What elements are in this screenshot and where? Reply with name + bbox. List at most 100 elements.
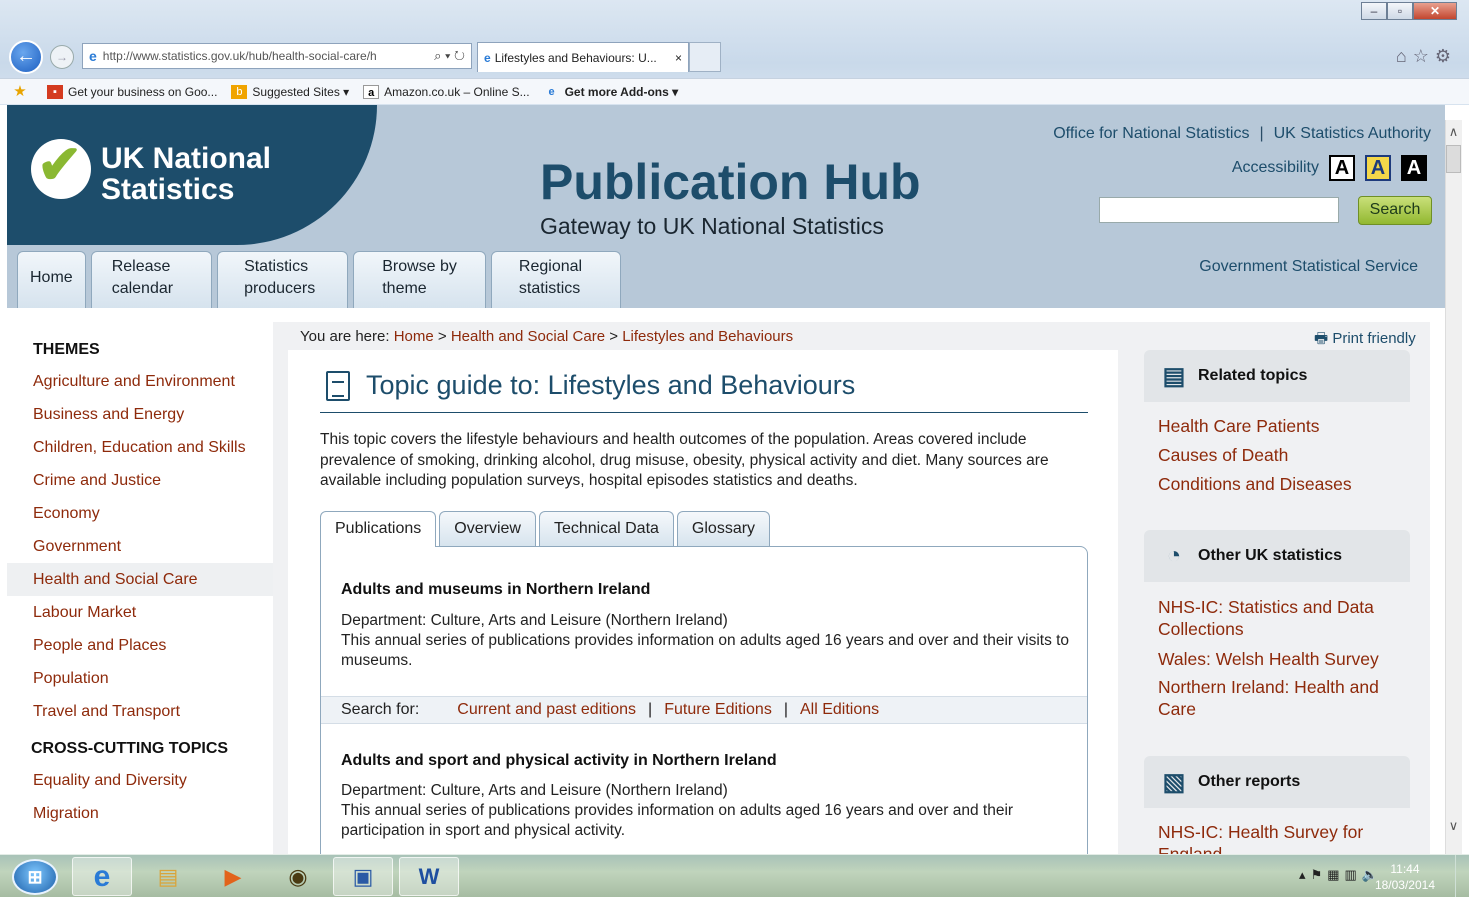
scroll-up-icon[interactable]: ∧ — [1446, 124, 1461, 140]
home-icon[interactable]: ⌂ — [1396, 46, 1413, 66]
tab-technical-data[interactable]: Technical Data — [538, 511, 674, 546]
uk-map-icon: ◔ — [1166, 542, 1182, 569]
close-button[interactable]: ✕ — [1413, 2, 1457, 20]
other-uk-link[interactable]: NHS-IC: Statistics and Data Collections — [1158, 596, 1398, 640]
text-size-dark-button[interactable]: A — [1401, 155, 1427, 181]
tab-close-icon[interactable]: × — [675, 51, 682, 65]
settings-gear-icon[interactable]: ⚙ — [1435, 46, 1457, 66]
breadcrumb-home[interactable]: Home — [394, 328, 434, 345]
other-uk-link[interactable]: Northern Ireland: Health and Care — [1158, 676, 1398, 720]
address-bar[interactable]: e http://www.statistics.gov.uk/hub/healt… — [82, 43, 472, 69]
music-player-icon[interactable]: ◉ — [268, 857, 328, 896]
page-title: Publication Hub — [540, 154, 921, 210]
favorites-bar: ★ ▪ Get your business on Goo... b Suggeste… — [0, 78, 1469, 104]
publication-title[interactable]: Adults and sport and physical activity i… — [341, 752, 777, 770]
breadcrumb-lifestyles[interactable]: Lifestyles and Behaviours — [622, 328, 793, 345]
tab-glossary[interactable]: Glossary — [676, 511, 771, 546]
printer-icon: 🖶 — [1314, 330, 1329, 347]
minimize-button[interactable]: – — [1361, 2, 1387, 20]
system-tray[interactable]: ▴⚑▦▥🔈 — [1299, 867, 1383, 883]
text-size-normal-button[interactable]: A — [1329, 155, 1355, 181]
document-icon — [326, 370, 350, 401]
content-tabs: Publications Overview Technical Data Glo… — [320, 511, 773, 547]
future-editions-link[interactable]: Future Editions — [664, 701, 772, 719]
other-uk-link[interactable]: Wales: Welsh Health Survey — [1158, 648, 1398, 670]
tab-overview[interactable]: Overview — [439, 511, 536, 546]
sidebar-item[interactable]: Migration — [7, 797, 273, 830]
tab-publications[interactable]: Publications — [320, 511, 437, 547]
sidebar-item[interactable]: Government — [7, 530, 273, 563]
related-topics-heading: ▤ Related topics — [1144, 350, 1410, 402]
maximize-button[interactable]: ▫ — [1387, 2, 1413, 20]
search-refresh-icons[interactable]: ⌕ ▾ ↻ — [428, 48, 471, 64]
tab-ie-icon: e — [484, 50, 491, 65]
nav-tab-browse-by-theme[interactable]: Browse by theme — [353, 251, 486, 308]
left-sidebar: THEMES Agriculture and Environment Busin… — [7, 322, 273, 830]
publication-dept: Department: Culture, Arts and Leisure (N… — [341, 782, 728, 799]
all-editions-link[interactable]: All Editions — [800, 701, 879, 719]
gss-link[interactable]: Government Statistical Service — [1199, 258, 1418, 276]
scroll-down-icon[interactable]: ∨ — [1446, 818, 1461, 834]
browser-toolbar-icons[interactable]: ⌂☆⚙ — [1396, 46, 1457, 67]
window-controls: – ▫ ✕ — [1361, 2, 1457, 20]
remote-desktop-icon[interactable]: ▣ — [333, 857, 393, 896]
start-button[interactable]: ⊞ — [12, 859, 58, 895]
scroll-thumb[interactable] — [1446, 145, 1461, 173]
show-desktop-button[interactable] — [1455, 855, 1469, 897]
favorite-item[interactable]: ▪ Get your business on Goo... — [47, 84, 217, 99]
favorite-item[interactable]: b Suggested Sites ▾ — [231, 84, 349, 99]
clock[interactable]: 11:44 18/03/2014 — [1375, 861, 1435, 893]
site-header: ✔ UK National Statistics Publication Hub… — [7, 105, 1445, 308]
sidebar-item[interactable]: Children, Education and Skills — [7, 431, 273, 464]
page-scrollbar[interactable] — [1445, 120, 1462, 854]
ons-link[interactable]: Office for National Statistics — [1053, 125, 1249, 142]
publication-dept: Department: Culture, Arts and Leisure (N… — [341, 612, 728, 629]
forward-button[interactable]: → — [50, 45, 74, 69]
tab-title: Lifestyles and Behaviours: U... — [494, 50, 657, 65]
report-icon: ▧ — [1162, 768, 1186, 796]
sidebar-item[interactable]: Equality and Diversity — [7, 764, 273, 797]
media-player-icon[interactable]: ▶ — [203, 857, 263, 896]
favorites-star-icon[interactable]: ★ — [12, 84, 33, 99]
search-input[interactable] — [1099, 197, 1339, 223]
sidebar-item[interactable]: Population — [7, 662, 273, 695]
new-tab-button[interactable] — [689, 42, 721, 72]
favorite-item[interactable]: a Amazon.co.uk – Online S... — [363, 84, 530, 99]
sidebar-item[interactable]: Labour Market — [7, 596, 273, 629]
accessibility-link[interactable]: Accessibility — [1232, 159, 1319, 177]
related-link[interactable]: Health Care Patients — [1158, 415, 1398, 437]
publication-title[interactable]: Adults and museums in Northern Ireland — [341, 581, 650, 599]
back-button[interactable]: ← — [9, 40, 43, 74]
favorites-star-icon[interactable]: ☆ — [1413, 46, 1435, 66]
nav-tab-statistics-producers[interactable]: Statistics producers — [217, 251, 349, 308]
sidebar-item[interactable]: Crime and Justice — [7, 464, 273, 497]
other-uk-heading: ◔ Other UK statistics — [1144, 530, 1410, 582]
report-link[interactable]: NHS-IC: Health Survey for England — [1158, 821, 1398, 854]
text-size-contrast-button[interactable]: A — [1365, 155, 1391, 181]
favorite-item[interactable]: e Get more Add-ons ▾ — [544, 85, 679, 99]
address-url[interactable]: http://www.statistics.gov.uk/hub/health-… — [103, 49, 428, 63]
sidebar-item-active[interactable]: Health and Social Care — [7, 563, 273, 596]
themes-heading: THEMES — [33, 341, 100, 358]
nav-tab-regional-statistics[interactable]: Regional statistics — [490, 251, 622, 308]
browser-tab[interactable]: e Lifestyles and Behaviours: U... × — [477, 42, 689, 72]
nav-tab-release-calendar[interactable]: Release calendar — [90, 251, 213, 308]
breadcrumb-health[interactable]: Health and Social Care — [451, 328, 605, 345]
related-link[interactable]: Conditions and Diseases — [1158, 473, 1398, 495]
publication-desc: This annual series of publications provi… — [341, 632, 1070, 669]
word-icon[interactable]: W — [399, 857, 459, 896]
search-button[interactable]: Search — [1358, 196, 1432, 225]
sidebar-item[interactable]: Business and Energy — [7, 398, 273, 431]
sidebar-item[interactable]: Agriculture and Environment — [7, 365, 273, 398]
logo[interactable]: ✔ UK National Statistics — [7, 105, 377, 245]
sidebar-item[interactable]: Economy — [7, 497, 273, 530]
related-link[interactable]: Causes of Death — [1158, 444, 1398, 466]
nav-tab-home[interactable]: Home — [17, 251, 86, 308]
folder-icon[interactable]: ▤ — [138, 857, 198, 896]
sidebar-item[interactable]: People and Places — [7, 629, 273, 662]
device-icon: ▥ — [1344, 867, 1362, 882]
sidebar-item[interactable]: Travel and Transport — [7, 695, 273, 728]
current-past-editions-link[interactable]: Current and past editions — [457, 701, 636, 719]
ie-taskbar-icon[interactable]: e — [72, 857, 132, 896]
authority-link[interactable]: UK Statistics Authority — [1274, 125, 1431, 142]
